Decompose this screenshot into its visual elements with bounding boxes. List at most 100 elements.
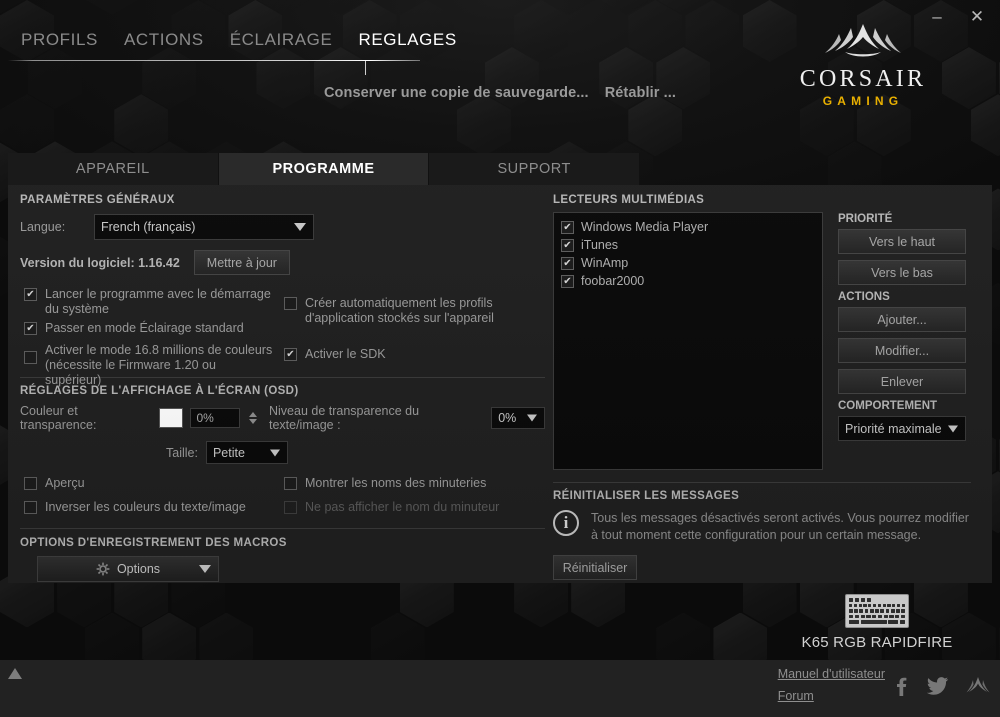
- checkbox-label-enable-sdk: Activer le SDK: [305, 347, 386, 361]
- checkbox-show-timer-names[interactable]: [284, 477, 297, 490]
- backup-link[interactable]: Conserver une copie de sauvegarde...: [324, 85, 589, 101]
- osd-transparency-stepper[interactable]: [247, 408, 258, 428]
- media-player-label: Windows Media Player: [581, 220, 709, 234]
- checkbox-enable-sdk[interactable]: [284, 348, 297, 361]
- checkbox-16m-colors[interactable]: [24, 351, 37, 364]
- macro-options-title: OPTIONS D'ENREGISTREMENT DES MACROS: [20, 537, 287, 549]
- gear-icon: [96, 562, 110, 576]
- divider-macros: [20, 528, 545, 529]
- move-up-button[interactable]: Vers le haut: [838, 229, 966, 254]
- update-button[interactable]: Mettre à jour: [193, 250, 290, 275]
- close-icon[interactable]: ✕: [966, 5, 988, 27]
- language-select[interactable]: French (français): [94, 214, 314, 240]
- media-players-title: LECTEURS MULTIMÉDIAS: [553, 194, 705, 206]
- chevron-down-icon: [269, 449, 280, 456]
- behavior-value: Priorité maximale: [845, 421, 942, 436]
- osd-transparency-input[interactable]: 0%: [190, 408, 241, 428]
- reset-button[interactable]: Réinitialiser: [553, 555, 637, 580]
- stepper-down-icon[interactable]: [248, 419, 257, 424]
- title-bar: – ✕: [0, 0, 1000, 32]
- minimize-icon[interactable]: –: [926, 5, 948, 27]
- corsair-utility-engine-window: – ✕ CORSAIR GAMING PROFILS ACTIONS ÉCLAIRA…: [0, 0, 1000, 717]
- osd-size-value: Petite: [212, 445, 245, 460]
- checkbox-standard-lighting-mode[interactable]: [24, 322, 37, 335]
- user-manual-link[interactable]: Manuel d'utilisateur: [778, 667, 885, 681]
- nav-item-éclairage[interactable]: ÉCLAIRAGE: [217, 30, 346, 60]
- facebook-icon[interactable]: [892, 676, 910, 696]
- media-player-label: foobar2000: [581, 274, 645, 288]
- bottom-bar: Manuel d'utilisateur Forum: [0, 660, 1000, 717]
- software-version-label: Version du logiciel: 1.16.42: [20, 255, 180, 270]
- checkbox-label-hide-timer-name: Ne pas afficher le nom du minuteur: [305, 500, 500, 514]
- move-down-button[interactable]: Vers le bas: [838, 260, 966, 285]
- footer-links: Manuel d'utilisateur Forum: [778, 667, 885, 711]
- divider-reset: [553, 482, 971, 483]
- nav-item-profils[interactable]: PROFILS: [8, 30, 111, 60]
- tab-programme[interactable]: PROGRAMME: [218, 153, 430, 185]
- checkbox-label-invert-colors: Inverser les couleurs du texte/image: [45, 500, 246, 514]
- checkbox-label-auto-create-profiles: Créer automatiquement les profils d'appl…: [305, 296, 494, 325]
- checkbox-media-player[interactable]: [561, 275, 574, 288]
- media-players-list[interactable]: Windows Media Player iTunes WinAmp foobar20…: [553, 212, 823, 470]
- list-item[interactable]: Windows Media Player: [558, 218, 818, 236]
- osd-color-swatch[interactable]: [158, 408, 184, 428]
- macro-options-button[interactable]: Options: [37, 556, 219, 582]
- checkbox-label-launch-with-system: Lancer le programme avec le démarrage du…: [45, 287, 271, 316]
- twitter-icon[interactable]: [927, 676, 949, 696]
- list-item[interactable]: iTunes: [558, 236, 818, 254]
- media-player-label: WinAmp: [581, 256, 629, 270]
- device-name: K65 RGB RAPIDFIRE: [801, 634, 953, 651]
- checkbox-media-player[interactable]: [561, 257, 574, 270]
- behavior-title: COMPORTEMENT: [838, 400, 938, 412]
- checkbox-invert-colors[interactable]: [24, 501, 37, 514]
- remove-button[interactable]: Enlever: [838, 369, 966, 394]
- tab-support[interactable]: SUPPORT: [429, 153, 641, 185]
- tab-appareil[interactable]: APPAREIL: [8, 153, 219, 185]
- checkbox-auto-create-profiles[interactable]: [284, 297, 297, 310]
- device-info: K65 RGB RAPIDFIRE: [772, 594, 982, 651]
- list-item[interactable]: WinAmp: [558, 254, 818, 272]
- stepper-up-icon[interactable]: [248, 412, 257, 417]
- corsair-icon[interactable]: [966, 676, 990, 696]
- actions-title: ACTIONS: [838, 291, 890, 303]
- restore-link[interactable]: Rétablir ...: [605, 85, 676, 101]
- text-transparency-label: Niveau de transparence du texte/image :: [268, 404, 420, 432]
- social-links: [892, 676, 990, 696]
- nav-item-actions[interactable]: ACTIONS: [111, 30, 217, 60]
- settings-panel: PARAMÈTRES GÉNÉRAUX Langue: French (fran…: [8, 185, 992, 583]
- info-icon: i: [553, 510, 579, 536]
- general-settings-title: PARAMÈTRES GÉNÉRAUX: [20, 194, 175, 206]
- checkbox-launch-with-system[interactable]: [24, 288, 37, 301]
- behavior-select[interactable]: Priorité maximale: [838, 416, 966, 441]
- text-transparency-select[interactable]: 0%: [491, 407, 545, 429]
- chevron-down-icon: [527, 414, 537, 422]
- top-navigation: PROFILS ACTIONS ÉCLAIRAGE REGLAGES: [8, 30, 470, 60]
- list-controls: PRIORITÉ Vers le haut Vers le bas ACTION…: [838, 210, 968, 441]
- settings-tabstrip: APPAREIL PROGRAMME SUPPORT: [8, 153, 641, 185]
- nav-underline: [8, 60, 420, 61]
- language-label: Langue:: [20, 220, 66, 234]
- chevron-down-icon: [199, 565, 211, 573]
- list-item[interactable]: foobar2000: [558, 272, 818, 290]
- media-player-label: iTunes: [581, 238, 619, 252]
- nav-active-tick: [365, 61, 366, 75]
- osd-size-select[interactable]: Petite: [205, 441, 288, 464]
- checkbox-preview[interactable]: [24, 477, 37, 490]
- checkbox-media-player[interactable]: [561, 239, 574, 252]
- keyboard-icon: [845, 594, 909, 628]
- chevron-down-icon: [948, 425, 958, 432]
- priority-title: PRIORITÉ: [838, 213, 893, 225]
- left-column: PARAMÈTRES GÉNÉRAUX Langue: French (fran…: [20, 194, 545, 582]
- backup-actions: Conserver une copie de sauvegarde... Réta…: [0, 85, 1000, 101]
- text-transparency-value: 0%: [498, 411, 517, 425]
- language-value: French (français): [101, 220, 196, 234]
- edit-button[interactable]: Modifier...: [838, 338, 966, 363]
- checkbox-hide-timer-name: [284, 501, 297, 514]
- nav-item-reglages[interactable]: REGLAGES: [345, 30, 469, 60]
- checkbox-label-16m-colors: Activer le mode 16.8 millions de couleur…: [45, 343, 273, 387]
- add-button[interactable]: Ajouter...: [838, 307, 966, 332]
- scroll-up-icon[interactable]: [8, 668, 22, 679]
- checkbox-media-player[interactable]: [561, 221, 574, 234]
- checkbox-label-standard-lighting-mode: Passer en mode Éclairage standard: [45, 321, 244, 335]
- forum-link[interactable]: Forum: [778, 689, 885, 703]
